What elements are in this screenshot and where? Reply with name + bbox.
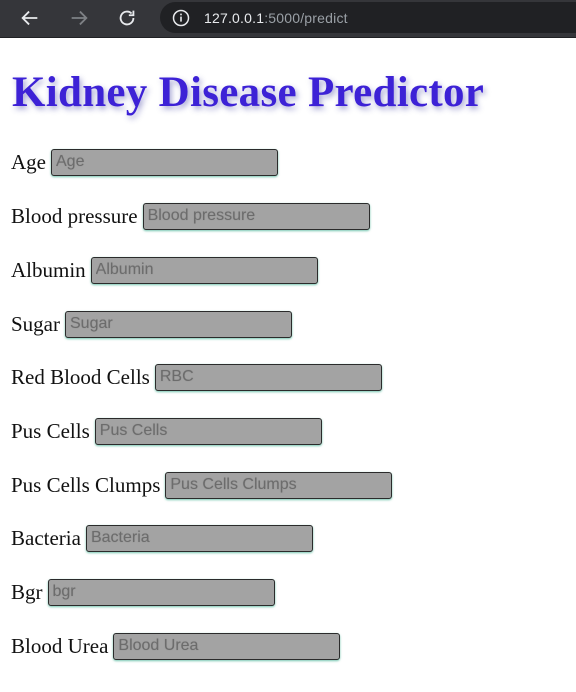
form-row-red-blood-cells: Red Blood Cells	[11, 363, 382, 391]
address-bar[interactable]: 127.0.0.1:5000/predict	[160, 2, 576, 33]
sugar-input[interactable]	[65, 310, 292, 338]
form-row-bgr: Bgr	[11, 578, 275, 606]
bgr-input[interactable]	[47, 578, 275, 606]
url-host: 127.0.0.1	[204, 9, 265, 26]
blood-pressure-label: Blood pressure	[11, 203, 138, 228]
url-text[interactable]: 127.0.0.1:5000/predict	[204, 10, 348, 26]
reload-icon	[119, 10, 135, 26]
form-row-pus-cells-clumps: Pus Cells Clumps	[11, 471, 393, 499]
form-row-sugar: Sugar	[11, 310, 292, 338]
arrow-right-icon	[71, 10, 88, 26]
reload-button[interactable]	[114, 5, 140, 31]
age-label: Age	[11, 149, 46, 174]
sugar-label: Sugar	[11, 311, 60, 336]
form-row-blood-pressure: Blood pressure	[11, 202, 370, 230]
albumin-label: Albumin	[11, 257, 86, 282]
back-button[interactable]	[17, 5, 43, 31]
blood-urea-label: Blood Urea	[11, 633, 109, 658]
blood-urea-input[interactable]	[113, 632, 341, 660]
form-row-age: Age	[11, 148, 278, 176]
browser-toolbar: 127.0.0.1:5000/predict	[0, 0, 576, 38]
pus-cells-clumps-input[interactable]	[165, 471, 393, 499]
pus-cells-input[interactable]	[94, 417, 322, 445]
form-row-pus-cells: Pus Cells	[11, 417, 322, 445]
arrow-left-icon	[21, 10, 38, 26]
age-input[interactable]	[51, 148, 278, 176]
page-title: Kidney Disease Predictor	[12, 69, 485, 116]
blood-pressure-input[interactable]	[142, 202, 370, 230]
bacteria-label: Bacteria	[11, 525, 81, 550]
form-row-bacteria: Bacteria	[11, 524, 313, 552]
form-row-albumin: Albumin	[11, 256, 318, 284]
red-blood-cells-label: Red Blood Cells	[11, 364, 150, 389]
info-icon[interactable]	[172, 9, 190, 27]
form-row-blood-urea: Blood Urea	[11, 632, 341, 660]
pus-cells-clumps-label: Pus Cells Clumps	[11, 472, 161, 497]
rbc-input[interactable]	[154, 363, 382, 391]
bacteria-input[interactable]	[85, 524, 313, 552]
albumin-input[interactable]	[90, 256, 318, 284]
pus-cells-label: Pus Cells	[11, 418, 90, 443]
forward-button[interactable]	[66, 5, 92, 31]
bgr-label: Bgr	[11, 579, 43, 604]
url-path: :5000/predict	[264, 9, 348, 26]
